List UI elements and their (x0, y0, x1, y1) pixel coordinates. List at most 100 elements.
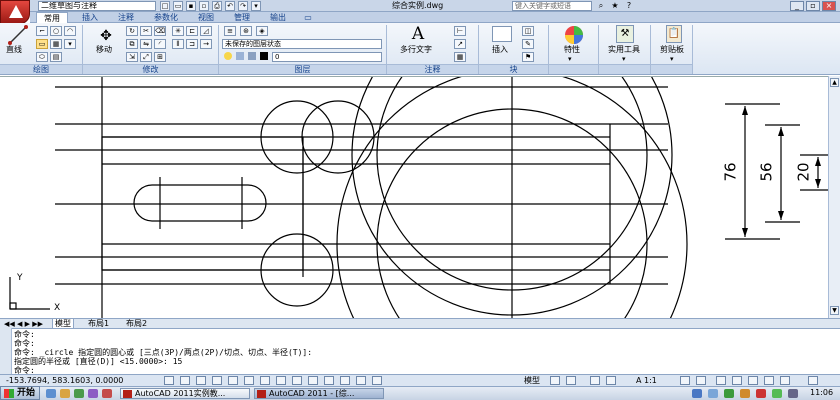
quick-launch-acad-icon[interactable] (102, 389, 112, 398)
properties-panel-label[interactable] (549, 64, 598, 74)
redo-icon[interactable]: ↷ (238, 1, 248, 11)
hatch-icon[interactable]: ▦ (50, 39, 62, 49)
erase-icon[interactable]: ⌫ (154, 26, 166, 36)
pan-icon[interactable] (590, 376, 600, 385)
isolate-objects-icon[interactable] (764, 376, 774, 385)
create-block-icon[interactable]: ◫ (522, 26, 534, 36)
clipboard-dropdown-icon[interactable]: ▾ (670, 55, 674, 63)
draw-panel-label[interactable]: 绘图 (0, 64, 82, 74)
leader-icon[interactable]: ↗ (454, 39, 466, 49)
grid-icon[interactable] (180, 376, 190, 385)
dyn-icon[interactable] (292, 376, 302, 385)
rectangle-icon[interactable]: ▭ (36, 39, 48, 49)
taskbar-item-active[interactable]: AutoCAD 2011 - [综... (254, 388, 384, 399)
tab-parametric[interactable]: 参数化 (146, 12, 186, 23)
utilities-button[interactable]: 实用工具 (608, 45, 640, 55)
annotation-panel-label[interactable]: 注释 (387, 64, 478, 74)
join-icon[interactable]: ⊐ (186, 39, 198, 49)
vertical-scrollbar[interactable]: ▲ ▼ (828, 76, 840, 318)
drawing-canvas[interactable]: 76 56 20 X Y (0, 76, 840, 319)
transparency-icon[interactable] (324, 376, 334, 385)
ortho-icon[interactable] (196, 376, 206, 385)
annotation-visibility-icon[interactable] (680, 376, 690, 385)
undo-icon[interactable]: ↶ (225, 1, 235, 11)
hardware-acceleration-icon[interactable] (748, 376, 758, 385)
toolbar-lock-icon[interactable] (732, 376, 742, 385)
line-icon[interactable] (8, 25, 28, 45)
ribbon-toggle-icon[interactable]: ▭ (302, 12, 314, 23)
modify-panel-label[interactable]: 修改 (83, 64, 218, 74)
line-button[interactable]: 直线 (6, 45, 22, 55)
ellipse-icon[interactable]: ⬭ (36, 52, 48, 62)
offset-icon[interactable]: ⫴ (172, 39, 184, 49)
workspace-selector[interactable]: 二维草图与注释 (38, 1, 156, 11)
scale-icon[interactable]: ⤢ (140, 52, 152, 62)
annotation-monitor-icon[interactable] (372, 376, 382, 385)
auto-scale-icon[interactable] (696, 376, 706, 385)
start-button[interactable]: 开始 (0, 386, 40, 400)
trim-icon[interactable]: ✂ (140, 26, 152, 36)
layer-properties-icon[interactable]: ≡ (224, 26, 236, 36)
clean-screen-icon[interactable] (808, 376, 818, 385)
save-icon[interactable]: ▪ (186, 1, 196, 11)
layer-isolate-icon[interactable]: ◈ (256, 26, 268, 36)
layer-state-select[interactable]: 未保存的图层状态 (222, 39, 382, 49)
annotation-scale[interactable]: A 1:1 (636, 375, 657, 386)
quick-view-layouts-icon[interactable] (550, 376, 560, 385)
properties-button[interactable]: 特性 (564, 45, 580, 55)
edit-block-icon[interactable]: ✎ (522, 39, 534, 49)
stretch-icon[interactable]: ⇲ (126, 52, 138, 62)
insert-block-icon[interactable] (492, 26, 512, 42)
save-as-icon[interactable]: ▫ (199, 1, 209, 11)
tray-volume-icon[interactable] (740, 389, 750, 398)
application-menu-button[interactable] (0, 0, 30, 24)
quick-launch-media-icon[interactable] (74, 389, 84, 398)
utilities-panel-label[interactable] (599, 64, 650, 74)
tab-annotate[interactable]: 注释 (110, 12, 142, 23)
lineweight-icon[interactable] (308, 376, 318, 385)
coordinate-readout[interactable]: -153.7694, 583.1603, 0.0000 (6, 375, 123, 386)
otrack-icon[interactable] (260, 376, 270, 385)
quick-properties-icon[interactable] (340, 376, 350, 385)
current-layer-select[interactable]: 0 (272, 52, 382, 62)
tray-network-icon[interactable] (692, 389, 702, 398)
tray-display-icon[interactable] (788, 389, 798, 398)
selection-cycling-icon[interactable] (356, 376, 366, 385)
rotate-icon[interactable]: ↻ (126, 26, 138, 36)
fillet-icon[interactable]: ◜ (154, 39, 166, 49)
clipboard-button[interactable]: 剪贴板 (660, 45, 684, 55)
block-attribute-icon[interactable]: ⚑ (522, 52, 534, 62)
new-icon[interactable]: □ (160, 1, 170, 11)
layer-match-icon[interactable]: ⊛ (240, 26, 252, 36)
tab-home[interactable]: 常用 (36, 12, 68, 23)
help-icon[interactable]: ? (624, 1, 634, 11)
insert-button[interactable]: 插入 (492, 45, 508, 55)
array-icon[interactable]: ⊞ (154, 52, 166, 62)
tray-language-icon[interactable] (708, 389, 718, 398)
scroll-up-icon[interactable]: ▲ (830, 78, 839, 87)
extend-icon[interactable]: → (200, 39, 212, 49)
properties-icon[interactable] (563, 25, 585, 45)
tab-view[interactable]: 视图 (190, 12, 222, 23)
system-clock[interactable]: 11:06 (810, 386, 833, 400)
layer-color-swatch[interactable] (260, 52, 268, 60)
command-window-grip[interactable] (0, 328, 12, 374)
print-icon[interactable]: ⎙ (212, 1, 222, 11)
tray-update-icon[interactable] (772, 389, 782, 398)
quick-launch-app-icon[interactable] (88, 389, 98, 398)
model-space-button[interactable]: 模型 (524, 375, 540, 386)
3d-osnap-icon[interactable] (244, 376, 254, 385)
circle-tool-icon[interactable]: ○ (50, 26, 62, 36)
tab-manage[interactable]: 管理 (226, 12, 258, 23)
open-icon[interactable]: ▭ (173, 1, 183, 11)
copy-icon[interactable]: ⧉ (126, 39, 138, 49)
close-icon[interactable]: × (822, 1, 836, 11)
ducs-icon[interactable] (276, 376, 286, 385)
explode-icon[interactable]: ✳ (172, 26, 184, 36)
tab-output[interactable]: 输出 (262, 12, 294, 23)
table-icon[interactable]: ▦ (454, 52, 466, 62)
clipboard-panel-label[interactable] (651, 64, 692, 74)
tray-app-icon[interactable] (756, 389, 766, 398)
tab-insert[interactable]: 插入 (74, 12, 106, 23)
clipboard-icon[interactable]: 📋 (666, 25, 682, 43)
